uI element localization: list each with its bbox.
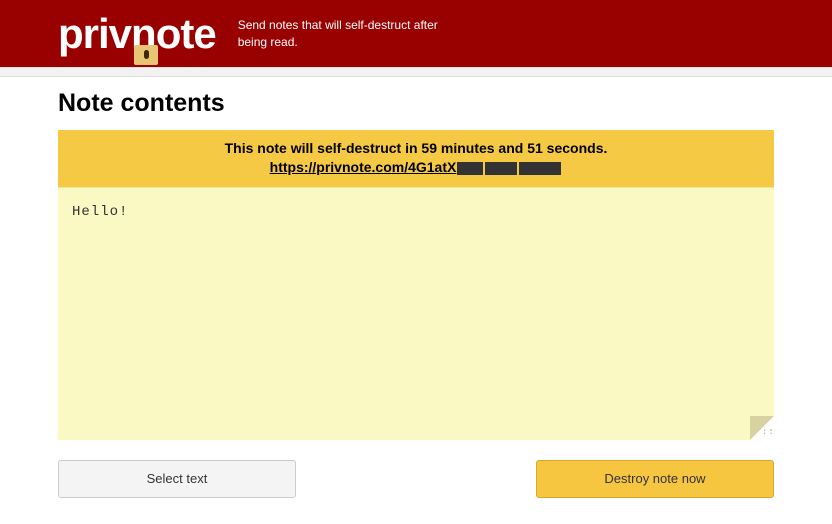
logo[interactable]: priv n ote xyxy=(58,10,216,58)
tagline: Send notes that will self-destruct after… xyxy=(238,17,448,49)
note-content-area[interactable]: Hello! ...: xyxy=(58,187,774,440)
lock-icon xyxy=(134,45,158,65)
redacted-segment xyxy=(485,162,517,175)
notice-text: This note will self-destruct in 59 minut… xyxy=(68,139,764,158)
logo-post: ote xyxy=(156,10,216,58)
redacted-segment xyxy=(519,162,561,175)
redacted-segment xyxy=(457,162,483,175)
note-url-link[interactable]: https://privnote.com/4G1atX xyxy=(270,158,563,177)
page-title: Note contents xyxy=(58,89,774,118)
select-text-button[interactable]: Select text xyxy=(58,460,296,498)
divider-strip xyxy=(0,67,832,77)
note-url-visible: https://privnote.com/4G1atX xyxy=(270,159,457,175)
logo-pre: priv xyxy=(58,10,131,58)
header-bar: priv n ote Send notes that will self-des… xyxy=(0,0,832,67)
logo-text: priv n ote xyxy=(58,10,216,58)
button-row: Select text Destroy note now xyxy=(58,460,774,498)
main-container: Note contents This note will self-destru… xyxy=(0,77,832,498)
notice-link-line: https://privnote.com/4G1atX xyxy=(68,158,764,177)
logo-lock-letter: n xyxy=(131,10,156,58)
note-text: Hello! xyxy=(72,204,128,220)
notice-bar: This note will self-destruct in 59 minut… xyxy=(58,130,774,187)
resize-handle-icon[interactable]: ...: xyxy=(762,428,772,438)
destroy-note-button[interactable]: Destroy note now xyxy=(536,460,774,498)
